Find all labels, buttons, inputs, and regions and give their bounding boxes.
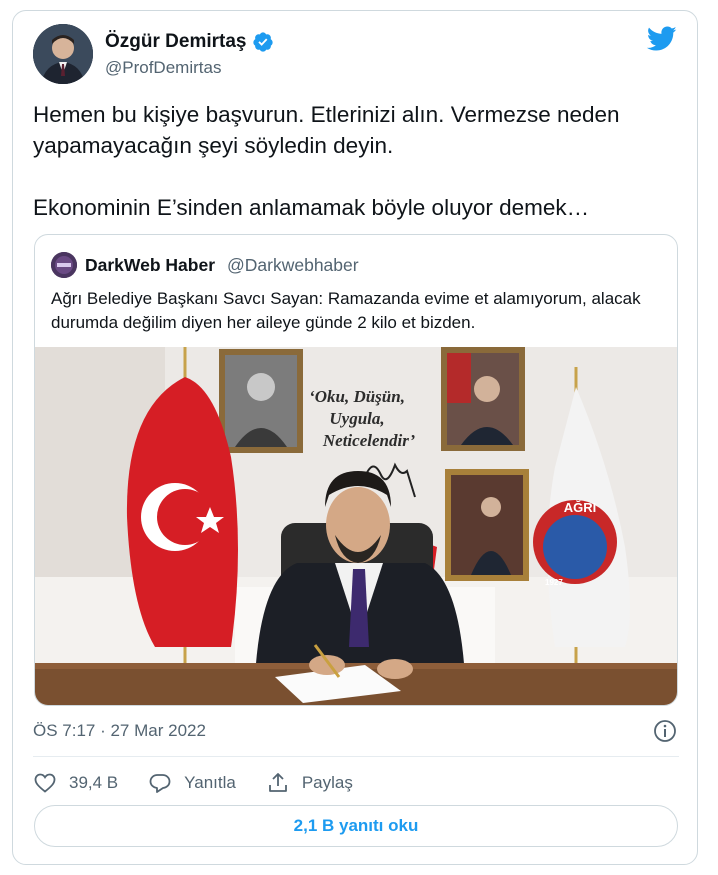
author-handle[interactable]: @ProfDemirtas: [105, 58, 221, 78]
quoted-photo[interactable]: ‘Oku, Düşün, Uygula, Neticelendir’ AĞRI …: [35, 347, 678, 706]
heart-icon: [34, 773, 56, 793]
share-label: Paylaş: [301, 773, 353, 792]
author-display-name[interactable]: Özgür Demirtaş: [105, 31, 246, 53]
tweet-timestamp[interactable]: ÖS 7:17 · 27 Mar 2022: [33, 721, 206, 741]
verified-badge-icon: [253, 32, 274, 52]
photo-motto-line: ‘Oku, Düşün,: [309, 387, 405, 406]
author-avatar[interactable]: [33, 24, 93, 84]
quoted-tweet[interactable]: DarkWeb Haber @Darkwebhaber Ağrı Belediy…: [34, 234, 678, 706]
share-button[interactable]: Paylaş: [266, 771, 353, 795]
share-icon: [268, 773, 287, 792]
like-button[interactable]: 39,4 B: [33, 771, 118, 795]
reply-label: Yanıtla: [184, 773, 236, 792]
tweet-text-line: Hemen bu kişiye başvurun. Etlerinizi alı…: [33, 102, 620, 158]
flag-text: AĞRI: [564, 500, 597, 515]
flag-year: 1927: [545, 578, 563, 587]
quoted-avatar[interactable]: [51, 252, 77, 278]
like-count: 39,4 B: [69, 773, 119, 792]
tweet-text-line: Ekonominin E’sinden anlamamak böyle oluy…: [33, 195, 590, 220]
tweet-text: Hemen bu kişiye başvurun. Etlerinizi alı…: [33, 99, 683, 223]
read-replies-button[interactable]: 2,1 B yanıtı oku: [34, 805, 678, 847]
twitter-bird-icon[interactable]: [647, 26, 677, 52]
quoted-text: Ağrı Belediye Başkanı Savcı Sayan: Ramaz…: [51, 289, 641, 332]
tweet-card: Özgür Demirtaş @ProfDemirtas Hemen bu ki…: [12, 10, 698, 865]
photo-motto-line: Uygula,: [329, 409, 384, 428]
reply-bubble-icon: [149, 774, 171, 793]
reply-button[interactable]: Yanıtla: [148, 771, 236, 795]
photo-motto-line: Neticelendir’: [322, 431, 416, 450]
quoted-handle[interactable]: @Darkwebhaber: [227, 255, 359, 276]
action-bar: 39,4 B Yanıtla Paylaş: [33, 769, 383, 797]
quoted-display-name[interactable]: DarkWeb Haber: [85, 255, 215, 276]
info-icon[interactable]: [653, 719, 677, 743]
divider: [33, 756, 679, 757]
